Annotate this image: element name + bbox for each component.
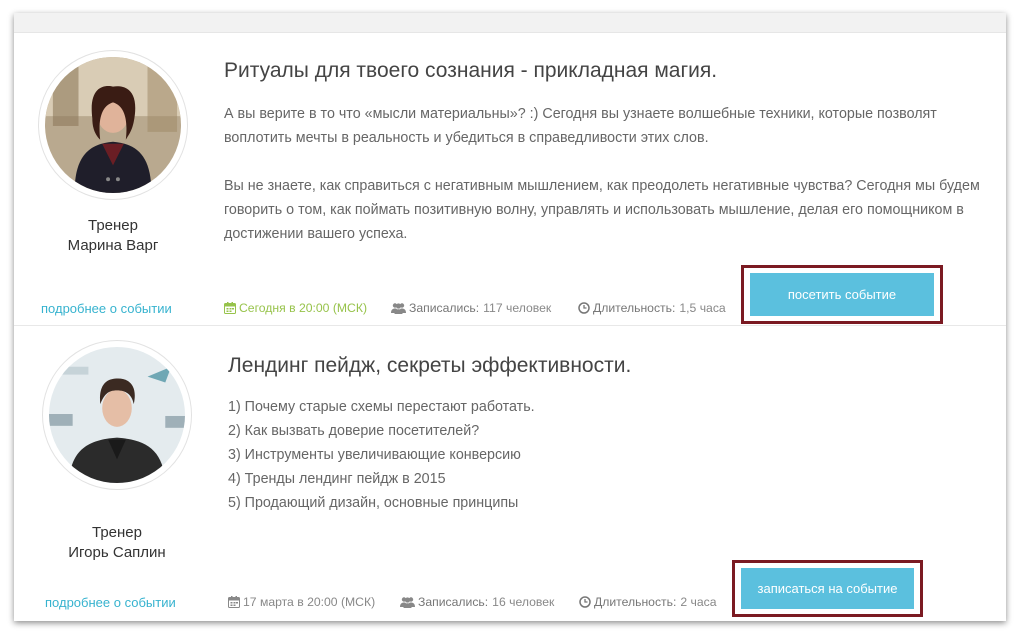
- duration-label: Длительность:: [593, 301, 676, 315]
- more-about-event-link[interactable]: подробнее о событии: [45, 595, 176, 610]
- trainer-role: Тренер: [88, 217, 138, 234]
- trainer-name: Марина Варг: [67, 237, 159, 254]
- trainer-name: Игорь Саплин: [68, 544, 166, 561]
- event-description: 1) Почему старые схемы перестают работат…: [228, 395, 988, 515]
- event-card: Тренер Игорь Саплин Лендинг пейдж, секре…: [14, 327, 1006, 621]
- signed-label: Записались:: [418, 595, 489, 609]
- description-paragraph: Вы не знаете, как справиться с негативны…: [224, 178, 980, 242]
- register-event-button[interactable]: записаться на событие: [741, 568, 914, 609]
- event-signed: Записались: 117 человек: [391, 301, 551, 315]
- event-date: 17 марта в 20:00 (МСК): [228, 595, 375, 609]
- clock-icon: [579, 596, 591, 608]
- event-duration: Длительность: 2 часа: [579, 595, 717, 609]
- event-date-text: 17 марта в 20:00 (МСК): [243, 595, 376, 609]
- trainer-avatar[interactable]: [42, 340, 192, 490]
- calendar-icon: [224, 302, 236, 314]
- trainer-role: Тренер: [92, 524, 142, 541]
- description-item: 5) Продающий дизайн, основные принципы: [228, 495, 519, 511]
- event-description: А вы верите в то что «мысли материальны»…: [224, 102, 994, 246]
- description-item: 1) Почему старые схемы перестают работат…: [228, 399, 535, 415]
- visit-event-button[interactable]: посетить событие: [750, 273, 934, 316]
- clock-icon: [578, 302, 590, 314]
- duration-value: 2 часа: [680, 595, 717, 609]
- duration-value: 1,5 часа: [679, 301, 726, 315]
- duration-label: Длительность:: [594, 595, 677, 609]
- more-about-event-link[interactable]: подробнее о событии: [41, 301, 172, 316]
- trainer-caption: Тренер Игорь Саплин: [42, 523, 192, 563]
- event-duration: Длительность: 1,5 часа: [578, 301, 726, 315]
- signed-label: Записались:: [409, 301, 480, 315]
- event-signed: Записались: 16 человек: [400, 595, 554, 609]
- users-icon: [400, 596, 415, 608]
- highlight-frame: записаться на событие: [732, 560, 923, 617]
- event-title[interactable]: Ритуалы для твоего сознания - прикладная…: [224, 59, 717, 83]
- users-icon: [391, 302, 406, 314]
- top-strip: [14, 13, 1006, 33]
- highlight-frame: посетить событие: [741, 265, 943, 324]
- signed-value: 117 человек: [483, 301, 552, 315]
- description-item: 2) Как вызвать доверие посетителей?: [228, 423, 480, 439]
- trainer-photo-icon: [49, 347, 185, 483]
- events-list: Тренер Марина Варг Ритуалы для твоего со…: [14, 13, 1006, 621]
- event-title[interactable]: Лендинг пейдж, секреты эффективности.: [228, 354, 631, 378]
- trainer-photo-icon: [45, 57, 181, 193]
- calendar-icon: [228, 596, 240, 608]
- description-paragraph: А вы верите в то что «мысли материальны»…: [224, 106, 937, 146]
- event-date: Сегодня в 20:00 (МСК): [224, 301, 367, 315]
- event-card: Тренер Марина Варг Ритуалы для твоего со…: [14, 33, 1006, 326]
- trainer-caption: Тренер Марина Варг: [38, 216, 188, 256]
- description-item: 3) Инструменты увеличивающие конверсию: [228, 447, 521, 463]
- description-item: 4) Тренды лендинг пейдж в 2015: [228, 471, 446, 487]
- trainer-avatar[interactable]: [38, 50, 188, 200]
- signed-value: 16 человек: [492, 595, 555, 609]
- event-date-text: Сегодня в 20:00 (МСК): [239, 301, 368, 315]
